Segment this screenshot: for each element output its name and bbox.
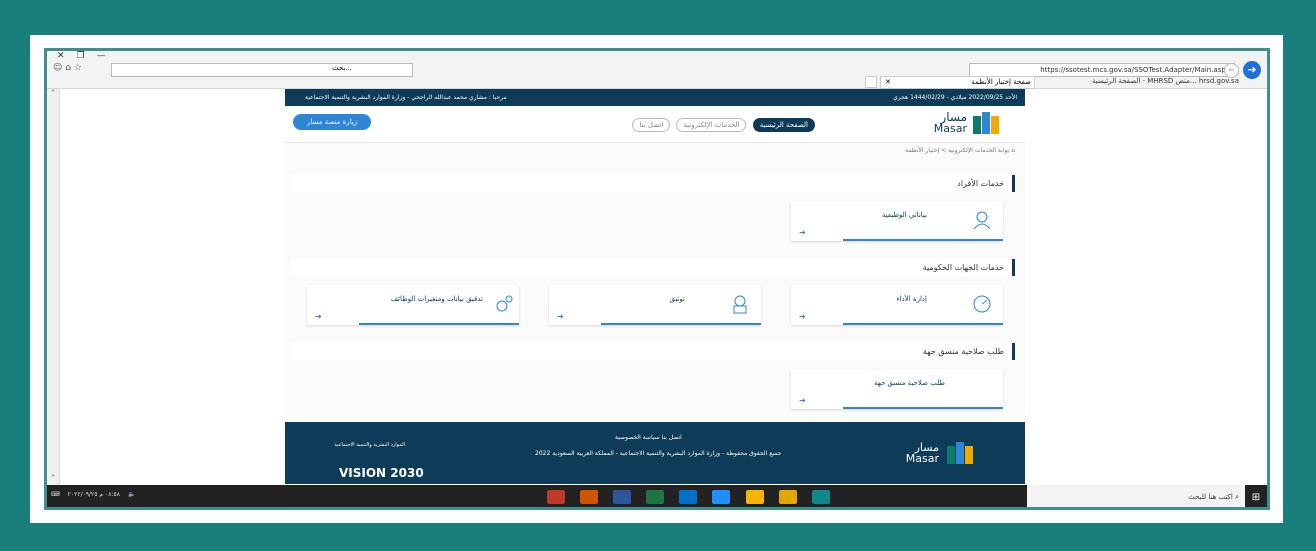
card-title: بياناتي الوظيفية (881, 211, 927, 219)
tab-close-icon[interactable]: ✕ (885, 77, 891, 88)
taskbar: ⌨ ٠٨:٥٨ م ٢٠٢٢/٠٩/٢٥ 🔈 اكتب هنا للبحث ⌕ ⊞ (47, 485, 1267, 507)
arrow-icon[interactable]: ➜ (799, 396, 806, 405)
vision-2030-logo: VISION 2030 (339, 466, 424, 480)
breadcrumb: بوابة الخدمات الإلكترونية > إختبار الأنظ… (905, 147, 1015, 154)
window-controls: ✕ ❐ — (57, 51, 118, 61)
outlook-app-icon[interactable] (679, 490, 698, 504)
arrow-icon[interactable]: ➜ (799, 228, 806, 237)
page-content: الأحد 2022/09/25 ميلادي - 1444/02/29 هجر… (285, 89, 1025, 484)
forward-arrow-icon[interactable]: ➜ (1243, 61, 1261, 79)
home-icon[interactable]: ⌂ (65, 63, 71, 73)
card-bar (843, 407, 1003, 409)
new-tab-button[interactable] (865, 76, 877, 88)
toolbar-icons: ☺ ⌂ ☆ (53, 63, 82, 73)
explorer-app-icon[interactable] (778, 490, 797, 504)
date-text: الأحد 2022/09/25 ميلادي - 1444/02/29 هجر… (893, 94, 1017, 101)
pdf-app-icon[interactable] (547, 490, 565, 504)
card-performance[interactable]: إدارة الأداء ➜ (791, 285, 1003, 325)
word-app-icon[interactable] (613, 490, 632, 504)
keyboard-icon[interactable]: ⌨ (51, 491, 60, 498)
footer-copyright: جميع الحقوق محفوظة - وزارة الموارد البشر… (535, 450, 782, 457)
edge-app-icon[interactable] (811, 490, 830, 504)
taskbar-search-text: اكتب هنا للبحث (1188, 493, 1233, 501)
card-my-job-data[interactable]: بياناتي الوظيفية ➜ (791, 201, 1003, 241)
visit-masar-button[interactable]: زيارة منصة مسار (293, 114, 372, 130)
taskbar-search[interactable]: اكتب هنا للبحث ⌕ (1027, 485, 1245, 507)
home-icon[interactable]: ⌂ (1011, 147, 1015, 154)
card-title: توثيق (669, 295, 685, 303)
search-placeholder: بحث... (331, 64, 352, 72)
chrome-app-icon[interactable] (745, 490, 764, 504)
close-icon[interactable]: ✕ (57, 51, 65, 61)
search-icon: ⌕ (1235, 493, 1239, 501)
gauge-icon (973, 295, 991, 313)
scroll-up-icon[interactable]: ˄ (47, 89, 59, 98)
breadcrumb-text: بوابة الخدمات الإلكترونية > إختبار الأنظ… (905, 147, 1010, 154)
excel-app-icon[interactable] (646, 490, 665, 504)
address-bar[interactable]: https://ssotest.mcs.gov.sa/SSOTest.Adapt… (969, 63, 1235, 77)
taskbar-apps (547, 489, 840, 506)
star-icon[interactable]: ☆ (74, 63, 82, 73)
browser-chrome: ✕ ❐ — ☺ ⌂ ☆ بحث... https://ssotest.mcs.gov… (47, 51, 1267, 89)
document-user-icon (733, 295, 747, 314)
site-header: مسار Masar اتصل بنا الخدمات الإلكترونية ا… (285, 106, 1025, 143)
ie-app-icon[interactable] (712, 490, 731, 504)
info-bar: الأحد 2022/09/25 ميلادي - 1444/02/29 هجر… (285, 89, 1025, 106)
section-coordinator: طلب صلاحية منسق جهة (291, 343, 1015, 360)
nav-home[interactable]: الصفحة الرئيسية (752, 118, 815, 132)
system-tray: ⌨ ٠٨:٥٨ م ٢٠٢٢/٠٩/٢٥ 🔈 (51, 491, 143, 498)
outer-frame: ✕ ❐ — ☺ ⌂ ☆ بحث... https://ssotest.mcs.gov… (30, 35, 1283, 523)
nav-e-services[interactable]: الخدمات الإلكترونية (676, 118, 747, 132)
card-title: تدقيق بيانات ومتغيرات الوظائف (390, 295, 483, 303)
powerpoint-app-icon[interactable] (580, 490, 599, 504)
tab-active[interactable]: ✕ صفحة إختبار الأنظمة (880, 76, 1035, 89)
ministry-logo: الموارد البشرية والتنمية الاجتماعية (334, 442, 405, 448)
footer-logo: مسار Masar (906, 442, 939, 464)
card-bar (359, 323, 519, 325)
search-input[interactable]: بحث... (111, 63, 413, 77)
card-bar (843, 239, 1003, 241)
tab-active-label: صفحة إختبار الأنظمة (971, 78, 1031, 86)
card-documentation[interactable]: توثيق ➜ (549, 285, 761, 325)
employee-icon (973, 211, 991, 230)
footer-logo-icon (947, 442, 973, 464)
screenshot-area: ✕ ❐ — ☺ ⌂ ☆ بحث... https://ssotest.mcs.gov… (44, 48, 1270, 510)
smiley-icon[interactable]: ☺ (53, 63, 62, 73)
masar-logo-icon (973, 112, 999, 134)
logo-en: Masar (933, 122, 967, 135)
section-government: خدمات الجهات الحكومية (291, 259, 1015, 276)
scrollbar[interactable]: ˄ ˅ (47, 89, 60, 485)
tab-other[interactable]: الصفحة الرئيسية - MHRSD منص... hrsd.gov.… (1049, 76, 1239, 87)
gear-icon (496, 295, 513, 312)
arrow-icon[interactable]: ➜ (799, 312, 806, 321)
site-footer: اتصل بنا سياسة الخصوصية جميع الحقوق محفو… (285, 422, 1025, 484)
card-bar (601, 323, 761, 325)
card-coordinator-request[interactable]: طلب صلاحية منسق جهة ➜ (791, 369, 1003, 409)
arrow-icon[interactable]: ➜ (315, 312, 322, 321)
scroll-down-icon[interactable]: ˅ (47, 474, 59, 483)
minimize-icon[interactable]: — (97, 51, 106, 61)
nav-contact[interactable]: اتصل بنا (632, 118, 671, 132)
restore-icon[interactable]: ❐ (77, 51, 85, 61)
start-icon[interactable]: ⊞ (1245, 485, 1267, 507)
clock: ٠٨:٥٨ م ٢٠٢٢/٠٩/٢٥ (67, 491, 120, 498)
card-title: إدارة الأداء (896, 295, 927, 303)
volume-icon[interactable]: 🔈 (128, 491, 135, 498)
section-individuals: خدمات الأفراد (291, 175, 1015, 192)
card-audit-jobs[interactable]: تدقيق بيانات ومتغيرات الوظائف ➜ (307, 285, 519, 325)
main-nav: اتصل بنا الخدمات الإلكترونية الصفحة الرئ… (628, 118, 815, 132)
masar-logo[interactable]: مسار Masar (933, 111, 967, 135)
card-title: طلب صلاحية منسق جهة (873, 379, 945, 387)
footer-logo-en: Masar (905, 452, 939, 465)
user-text: مرحبا : مشاري محمد عبدالله الراجحي - وزا… (305, 94, 507, 101)
card-bar (843, 323, 1003, 325)
arrow-icon[interactable]: ➜ (557, 312, 564, 321)
footer-links[interactable]: اتصل بنا سياسة الخصوصية (615, 434, 682, 441)
